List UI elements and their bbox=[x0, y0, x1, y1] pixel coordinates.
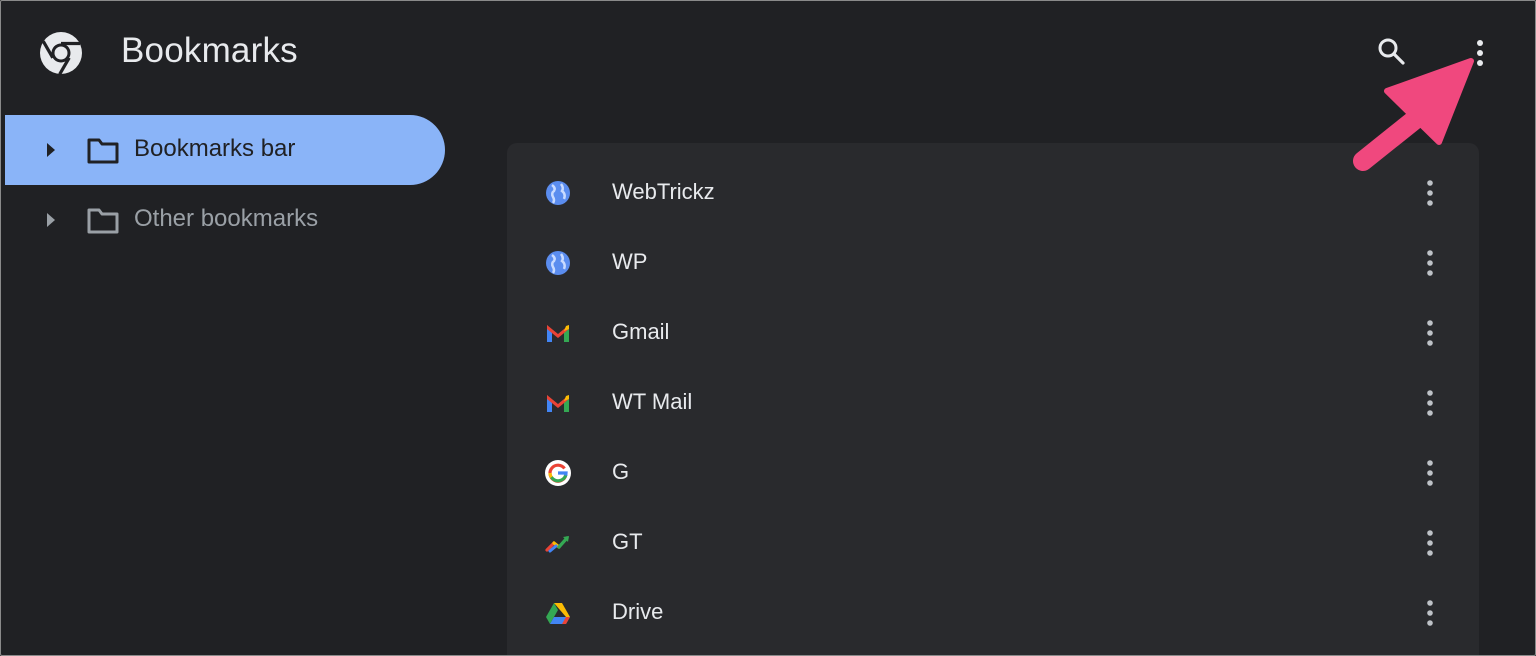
expand-arrow-icon[interactable] bbox=[41, 140, 61, 160]
more-vert-icon[interactable] bbox=[1415, 455, 1445, 491]
expand-arrow-icon[interactable] bbox=[41, 210, 61, 230]
folder-icon bbox=[87, 138, 119, 164]
more-vert-icon[interactable] bbox=[1415, 525, 1445, 561]
globe-icon bbox=[546, 181, 570, 205]
folder-icon bbox=[87, 208, 119, 234]
bookmark-title: WebTrickz bbox=[612, 179, 715, 204]
bookmark-title: WT Mail bbox=[612, 389, 693, 414]
bookmark-title: GT bbox=[612, 529, 643, 554]
globe-icon bbox=[546, 251, 570, 275]
google-drive-icon bbox=[546, 603, 570, 624]
list-item[interactable]: WT Mail bbox=[507, 367, 1479, 437]
chrome-logo-icon bbox=[40, 32, 82, 75]
sidebar-item-label: Other bookmarks bbox=[134, 205, 319, 232]
bookmark-list: WebTrickz WP Gmail WT Mail G GT Drive bbox=[507, 143, 1479, 655]
google-icon bbox=[545, 460, 571, 486]
bookmarks-window: Bookmarks Bookmarks bar Other bookmarks bbox=[0, 0, 1536, 656]
list-item[interactable]: Drive bbox=[507, 577, 1479, 647]
more-vert-icon[interactable] bbox=[1415, 315, 1445, 351]
list-item[interactable]: Gmail bbox=[507, 297, 1479, 367]
gmail-icon bbox=[547, 395, 569, 412]
list-item[interactable]: WebTrickz bbox=[507, 157, 1479, 227]
bookmark-title: Gmail bbox=[612, 319, 670, 344]
google-trends-icon bbox=[545, 536, 569, 553]
bookmark-title: G bbox=[612, 459, 630, 484]
more-vert-icon[interactable] bbox=[1415, 245, 1445, 281]
list-item[interactable]: GT bbox=[507, 507, 1479, 577]
annotation-arrow-icon bbox=[1353, 58, 1474, 171]
bookmark-title: WP bbox=[612, 249, 648, 274]
page-title: Bookmarks bbox=[121, 31, 298, 70]
more-vert-icon[interactable] bbox=[1415, 595, 1445, 631]
list-item[interactable]: WP bbox=[507, 227, 1479, 297]
bookmark-title: Drive bbox=[612, 599, 664, 624]
list-item[interactable]: G bbox=[507, 437, 1479, 507]
sidebar-item-bookmarks-bar[interactable]: Bookmarks bar bbox=[5, 115, 445, 185]
sidebar-item-other-bookmarks[interactable]: Other bookmarks bbox=[5, 185, 445, 255]
more-vert-icon[interactable] bbox=[1415, 385, 1445, 421]
gmail-icon bbox=[547, 325, 569, 342]
sidebar-item-label: Bookmarks bar bbox=[134, 135, 296, 162]
